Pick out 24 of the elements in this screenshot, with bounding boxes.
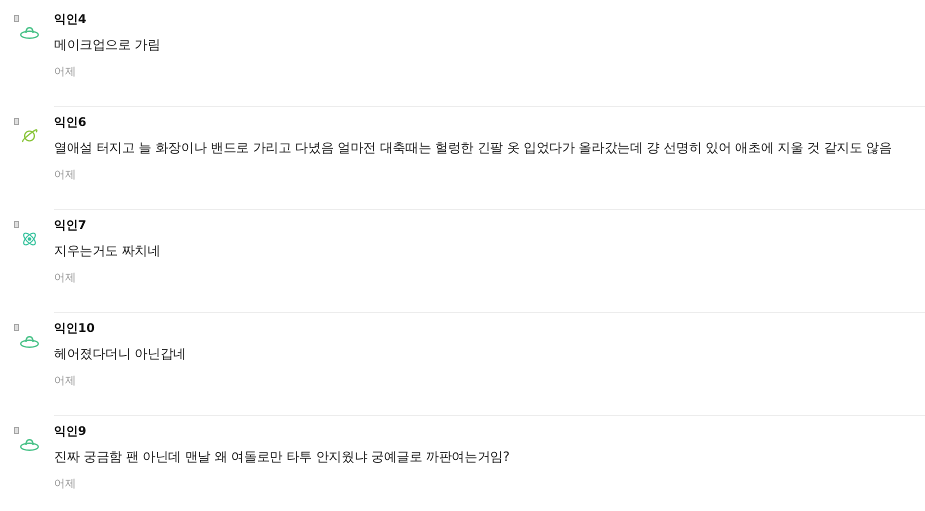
comment-text: 메이크업으로 가림: [54, 37, 162, 55]
ufo-icon: [19, 24, 40, 42]
comment-text: 진짜 궁금함 팬 아닌데 맨날 왜 여돌로만 타투 안지웠냐 궁예글로 까판여는거임?: [54, 449, 511, 467]
comment-text: 지우는거도 짜치네: [54, 243, 162, 261]
author-name: 익인7: [54, 217, 88, 233]
comment-time: 어제: [54, 477, 77, 491]
image-placeholder-icon: [14, 324, 19, 331]
author-name: 익인10: [54, 320, 96, 336]
image-placeholder-icon: [14, 221, 19, 228]
ufo-icon: [19, 436, 40, 454]
comment-time: 어제: [54, 271, 77, 285]
comment-text: 헤어졌다더니 아닌갑네: [54, 346, 187, 364]
author-name: 익인4: [54, 11, 88, 27]
comment-text: 열애설 터지고 늘 화장이나 밴드로 가리고 다녔음 얼마전 대축때는 헐렁한 긴팔 옷 입었다가 올라갔는데 걍 선명히 있어 애초에 지울 것 같지도 않음: [54, 140, 893, 158]
comment-time: 어제: [54, 168, 77, 182]
image-placeholder-icon: [14, 15, 19, 22]
ufo-icon: [19, 333, 40, 351]
planet-icon: [19, 127, 40, 145]
image-placeholder-icon: [14, 118, 19, 125]
comment-time: 어제: [54, 65, 77, 79]
image-placeholder-icon: [14, 427, 19, 434]
comment-time: 어제: [54, 374, 77, 388]
author-name: 익인9: [54, 423, 88, 439]
author-name: 익인6: [54, 114, 88, 130]
